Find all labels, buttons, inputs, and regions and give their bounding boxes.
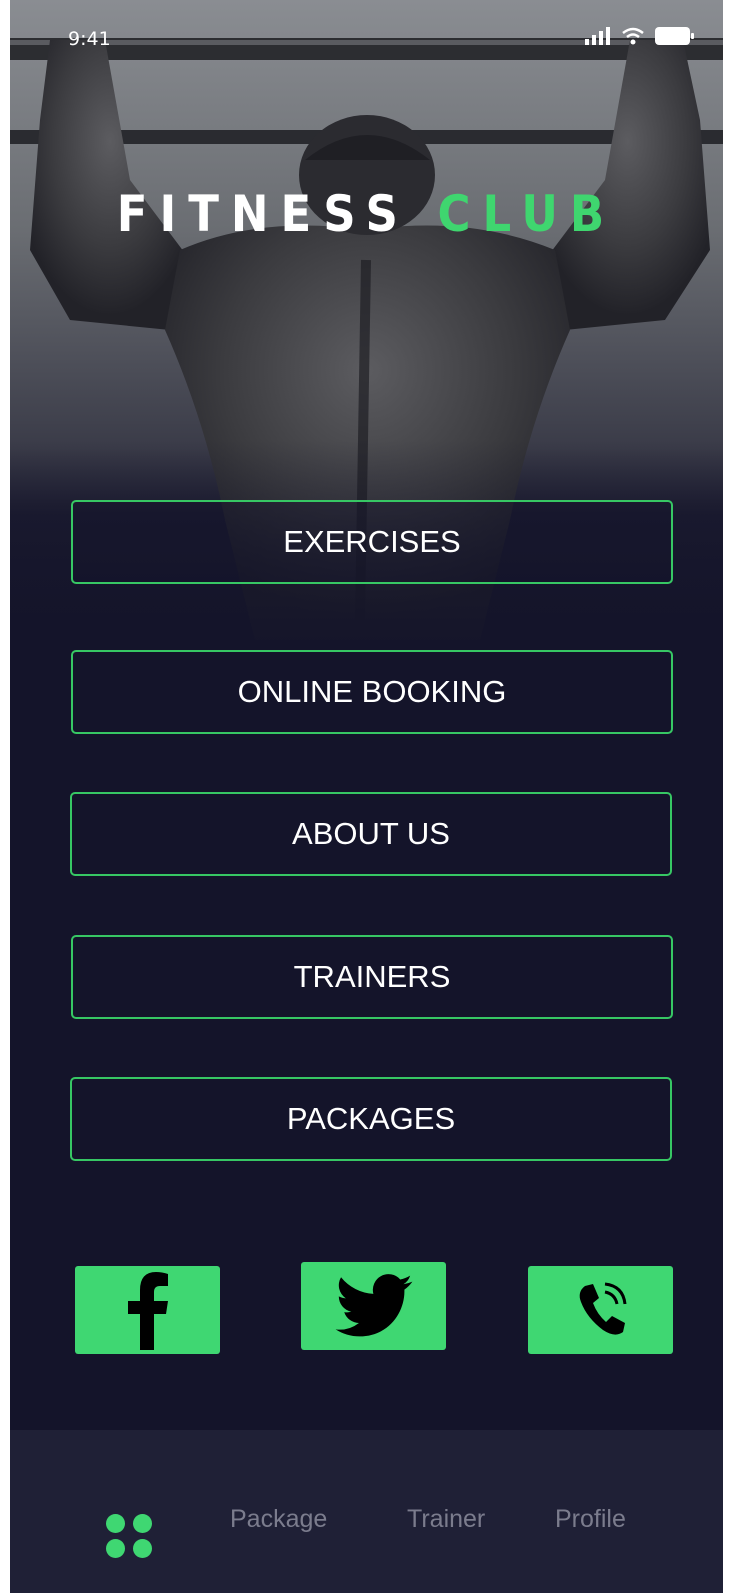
about-us-button[interactable]: ABOUT US [70, 792, 672, 876]
signal-icon [585, 27, 610, 45]
status-icons [585, 26, 695, 46]
battery-icon [655, 27, 694, 45]
wifi-icon [622, 27, 644, 45]
nav-package[interactable]: Package [230, 1505, 327, 1534]
trainers-button[interactable]: TRAINERS [71, 935, 673, 1019]
facebook-button[interactable] [75, 1266, 220, 1354]
trainers-label: TRAINERS [293, 959, 451, 994]
phone-icon [579, 1282, 626, 1335]
online-booking-label: ONLINE BOOKING [237, 674, 507, 709]
nav-trainer[interactable]: Trainer [407, 1505, 485, 1534]
title-accent: CLUB [437, 185, 617, 243]
facebook-icon [127, 1272, 168, 1350]
about-us-label: ABOUT US [292, 816, 450, 851]
bottom-nav: Package Trainer Profile [10, 1430, 723, 1593]
status-bar: 9:41 [10, 0, 723, 80]
app-screen: 9:41 FITNESS CLUB EXERCISES ONLINE BOOKI… [10, 0, 723, 1593]
phone-button[interactable] [528, 1266, 673, 1354]
twitter-button[interactable] [301, 1262, 446, 1350]
online-booking-button[interactable]: ONLINE BOOKING [71, 650, 673, 734]
packages-button[interactable]: PACKAGES [70, 1077, 672, 1161]
grid-dots-icon[interactable] [106, 1514, 152, 1558]
exercises-label: EXERCISES [283, 524, 461, 559]
twitter-icon [335, 1274, 412, 1337]
app-title: FITNESS CLUB [10, 185, 723, 243]
exercises-button[interactable]: EXERCISES [71, 500, 673, 584]
status-time: 9:41 [68, 28, 111, 50]
packages-label: PACKAGES [286, 1101, 456, 1136]
title-main: FITNESS [116, 185, 410, 243]
nav-profile[interactable]: Profile [555, 1505, 626, 1534]
